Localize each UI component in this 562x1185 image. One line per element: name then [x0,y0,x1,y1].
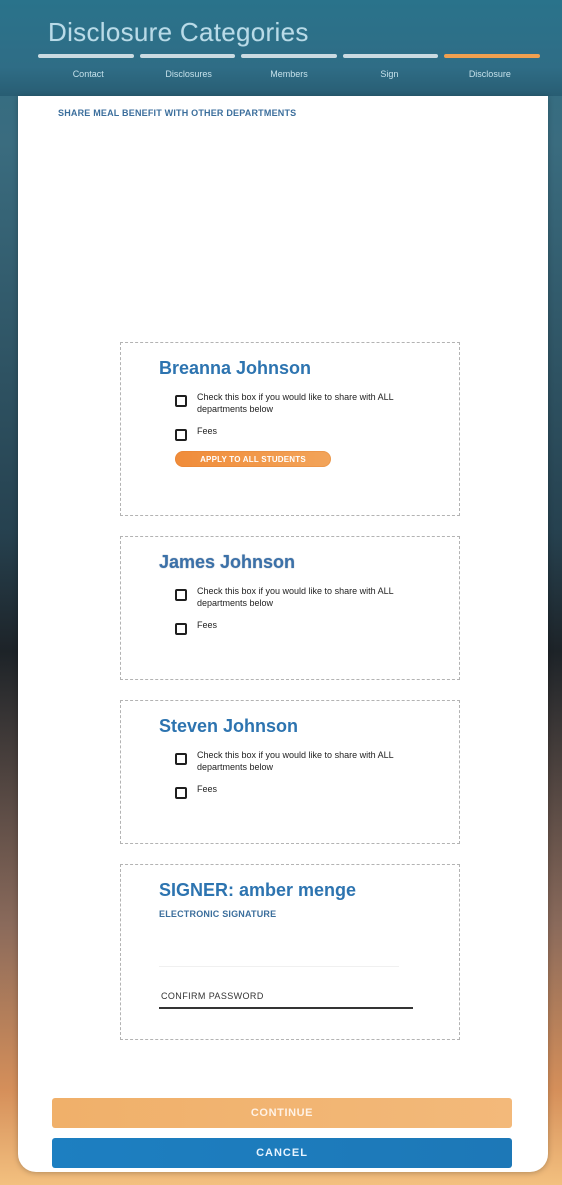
share-all-text: Check this box if you would like to shar… [197,586,394,608]
member-name: Breanna Johnson [159,358,312,378]
fees-row: Fees [175,425,441,441]
fees-label: Fees [197,426,218,436]
signer-title: SIGNER: amber menge [159,880,357,900]
fees-checkbox[interactable] [175,429,187,441]
share-all-checkbox[interactable] [175,753,187,765]
fees-checkbox[interactable] [175,623,187,635]
apply-to-all-button[interactable]: APPLY TO ALL STUDENTS [175,451,331,467]
member-card-breanna: Breanna Johnson Check this box if you wo… [120,342,460,516]
signer-card: SIGNER: amber menge ELECTRONIC SIGNATURE… [120,864,460,1040]
section-title: SHARE MEAL BENEFIT WITH OTHER DEPARTMENT… [58,108,297,118]
progress-bar [38,54,540,60]
step-members[interactable]: Members [239,69,339,79]
continue-button[interactable]: CONTINUE [52,1098,512,1128]
step-contact[interactable]: Contact [38,69,138,79]
share-all-row: Check this box if you would like to shar… [175,391,441,415]
member-card-james: James Johnson Check this box if you woul… [120,536,460,680]
content-sheet: SHARE MEAL BENEFIT WITH OTHER DEPARTMENT… [18,96,548,1172]
page-title: Disclosure Categories [48,17,309,47]
share-all-row: Check this box if you would like to shar… [175,585,441,609]
step-disclosure[interactable]: Disclosure [440,69,540,79]
share-all-row: Check this box if you would like to shar… [175,749,441,773]
step-labels: Contact Disclosures Members Sign Disclos… [38,62,540,86]
signature-input[interactable] [159,939,399,967]
progress-segment [38,54,134,58]
fees-label: Fees [197,620,218,630]
header: Disclosure Categories Contact Disclosure… [0,0,562,96]
progress-segment-active [444,54,540,58]
step-sign[interactable]: Sign [339,69,439,79]
share-all-text: Check this box if you would like to shar… [197,750,394,772]
confirm-password-label: CONFIRM PASSWORD [161,991,264,1001]
cancel-button[interactable]: CANCEL [52,1138,512,1168]
app-page: Disclosure Categories Contact Disclosure… [0,0,562,1185]
confirm-password-field[interactable]: CONFIRM PASSWORD [159,989,419,1013]
fees-checkbox[interactable] [175,787,187,799]
share-all-checkbox[interactable] [175,395,187,407]
fees-row: Fees [175,783,441,799]
share-all-checkbox[interactable] [175,589,187,601]
member-cards: Breanna Johnson Check this box if you wo… [120,342,460,1060]
progress-segment [241,54,337,58]
fees-row: Fees [175,619,441,635]
step-disclosures[interactable]: Disclosures [138,69,238,79]
progress-segment [139,54,236,58]
signer-subtitle: ELECTRONIC SIGNATURE [159,909,277,919]
progress-segment [342,54,439,58]
member-name: James Johnson [159,552,296,572]
share-all-text: Check this box if you would like to shar… [197,392,394,414]
member-name: Steven Johnson [159,716,299,736]
member-card-steven: Steven Johnson Check this box if you wou… [120,700,460,844]
fees-label: Fees [197,784,218,794]
confirm-password-underline [159,1007,413,1009]
